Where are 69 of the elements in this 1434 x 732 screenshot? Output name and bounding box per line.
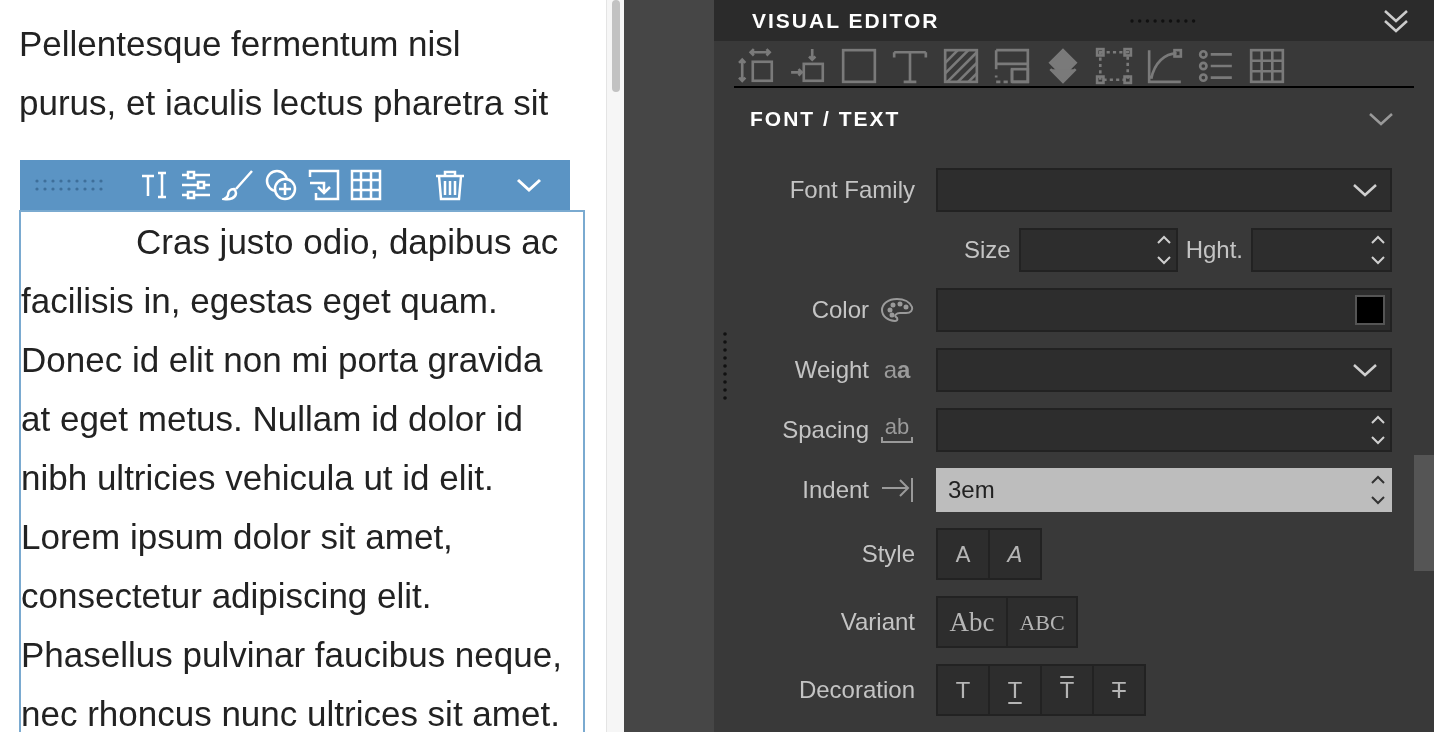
layout-icon[interactable] <box>993 46 1031 85</box>
option-button[interactable]: Abc <box>936 596 1008 648</box>
field-label: Weight <box>794 355 869 385</box>
trash-icon[interactable] <box>434 169 466 201</box>
size-icon[interactable] <box>738 46 776 85</box>
field-label: Font Family <box>789 175 915 205</box>
position-icon[interactable] <box>789 46 827 85</box>
option-button[interactable]: ABC <box>1006 596 1078 648</box>
field-label: Decoration <box>798 675 915 705</box>
field-label: Indent <box>802 475 869 505</box>
text-line: Phasellus pulvinar faucibus neque, <box>21 634 562 676</box>
scrollbar-thumb[interactable] <box>1414 455 1434 571</box>
option-button[interactable]: T <box>1040 664 1094 716</box>
drag-handle-icon[interactable] <box>1129 17 1198 24</box>
text-line: Pellentesque fermentum nisl <box>19 23 461 65</box>
text-line: nibh ultricies vehicula ut id elit. <box>21 457 494 499</box>
color-field[interactable] <box>936 288 1392 332</box>
chevron-icon <box>1352 182 1378 198</box>
weight-icon: aa <box>883 358 911 382</box>
number-field[interactable] <box>1018 228 1178 272</box>
text-line: Lorem ipsum dolor sit amet, <box>21 516 453 558</box>
add-circle-icon[interactable] <box>264 168 298 202</box>
text-line: facilisis in, egestas eget quam. <box>21 280 498 322</box>
option-button[interactable]: A <box>988 528 1042 580</box>
number-field[interactable]: 3em <box>936 468 1392 512</box>
field-label: Hght. <box>1185 235 1243 265</box>
field-label: Style <box>861 539 915 569</box>
border-icon[interactable] <box>840 46 878 85</box>
text-line: Donec id elit non mi porta gravida <box>21 339 543 381</box>
spinner-icon[interactable] <box>1370 233 1386 267</box>
field-label: Variant <box>840 607 915 637</box>
palette-icon <box>880 297 914 323</box>
text-line: consectetur adipiscing elit. <box>21 575 432 617</box>
option-button[interactable]: T <box>1092 664 1146 716</box>
text-line: Cras justo odio, dapibus ac <box>135 221 559 263</box>
brush-icon[interactable] <box>222 169 254 201</box>
table-icon[interactable] <box>350 169 382 201</box>
select-field[interactable] <box>936 348 1392 392</box>
option-button[interactable]: A <box>936 528 990 580</box>
indent-arrow-icon <box>880 476 914 504</box>
spinner-icon[interactable] <box>1370 413 1386 447</box>
background-icon[interactable] <box>942 46 980 85</box>
sliders-icon[interactable] <box>180 169 212 201</box>
number-field[interactable] <box>936 408 1392 452</box>
spinner-icon[interactable] <box>1370 473 1386 507</box>
table-icon[interactable] <box>1248 46 1286 85</box>
field-label: Spacing <box>782 415 869 445</box>
chevron-down-icon[interactable] <box>516 177 542 193</box>
text-line: purus, et iaculis lectus pharetra sit <box>19 82 549 124</box>
chevron-icon[interactable] <box>1368 111 1394 128</box>
field-label: Color <box>811 295 869 325</box>
select-field[interactable] <box>936 168 1392 212</box>
section-title[interactable]: FONT / TEXT <box>750 103 901 135</box>
text-line: nec rhoncus nunc ultrices sit amet. <box>21 693 560 732</box>
chevron-icon <box>1352 362 1378 378</box>
color-swatch[interactable] <box>1355 295 1385 325</box>
panel-title: VISUAL EDITOR <box>752 7 940 34</box>
spinner-icon[interactable] <box>1155 233 1172 267</box>
text-line: at eget metus. Nullam id dolor id <box>21 398 523 440</box>
curve-icon[interactable] <box>1146 46 1184 85</box>
option-button[interactable]: T <box>936 664 990 716</box>
grip-icon[interactable] <box>722 330 728 402</box>
transform-icon[interactable] <box>1095 46 1133 85</box>
insert-icon[interactable] <box>308 169 340 201</box>
number-field[interactable] <box>1251 228 1392 272</box>
field-label: Size <box>963 235 1011 265</box>
drag-handle-icon[interactable] <box>34 177 104 193</box>
scrollbar-thumb[interactable] <box>612 0 620 92</box>
option-button[interactable]: T <box>988 664 1042 716</box>
